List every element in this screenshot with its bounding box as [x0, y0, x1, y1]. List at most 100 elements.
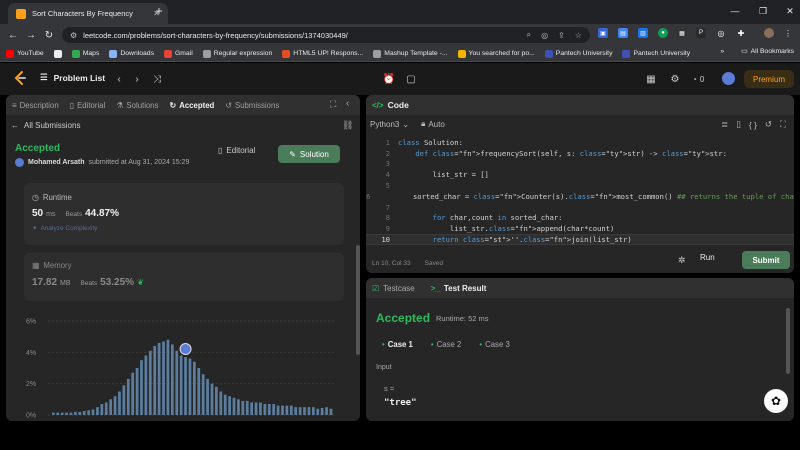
chart-bar[interactable] — [100, 404, 104, 415]
chart-bar[interactable] — [148, 350, 152, 415]
star-icon[interactable]: ☆ — [575, 31, 582, 40]
chart-bar[interactable] — [254, 402, 258, 415]
settings-icon[interactable]: ⚙ — [668, 72, 682, 86]
chart-bar[interactable] — [289, 405, 293, 415]
minimize-icon[interactable]: — — [728, 4, 742, 18]
chart-bar[interactable] — [201, 374, 205, 415]
extension-icon[interactable]: ▥ — [638, 28, 648, 38]
chart-bar[interactable] — [197, 368, 201, 415]
chart-bar[interactable] — [272, 404, 276, 415]
bookmark-more-icon[interactable]: » — [720, 48, 724, 55]
chart-bar[interactable] — [104, 402, 108, 415]
chart-bar[interactable] — [320, 407, 324, 415]
tab-description[interactable]: ≡ Description — [12, 101, 59, 110]
chart-bar[interactable] — [126, 378, 130, 415]
problem-list-link[interactable]: ☰ Problem List — [40, 72, 105, 83]
format-icon[interactable]: ≣ — [721, 119, 728, 130]
chart-bar[interactable] — [87, 410, 90, 415]
chart-bar[interactable] — [153, 346, 157, 415]
chart-bar[interactable] — [267, 404, 271, 415]
streak-counter[interactable]: ◔ 0 — [692, 72, 714, 86]
chart-bar[interactable] — [157, 342, 161, 415]
bookmark-icon[interactable]: ▯ — [736, 119, 741, 130]
chart-bar[interactable] — [91, 409, 95, 415]
expand-icon[interactable]: ⛶ — [330, 99, 336, 110]
extension-icon[interactable]: P — [696, 28, 706, 38]
extension-icon[interactable]: ▦ — [677, 28, 687, 38]
close-window-icon[interactable]: ✕ — [783, 4, 797, 18]
chart-bar[interactable] — [223, 394, 227, 415]
all-bookmarks[interactable]: » ▭ All Bookmarks — [720, 47, 794, 56]
user-avatar[interactable] — [722, 72, 735, 85]
left-panel-scrollbar[interactable] — [356, 115, 360, 421]
tab-testcase[interactable]: ☑ Testcase — [372, 284, 415, 293]
all-submissions-link[interactable]: ← All Submissions — [11, 121, 80, 130]
bookmark-item[interactable]: Mashup Template -... — [373, 49, 448, 58]
prev-problem-icon[interactable]: ‹ — [112, 72, 126, 86]
tab-test-result[interactable]: >_ Test Result — [431, 284, 487, 293]
chart-bar[interactable] — [303, 407, 306, 415]
leetcode-logo-icon[interactable] — [12, 70, 28, 86]
author-name[interactable]: Mohamed Arsath — [28, 159, 85, 166]
zoom-icon[interactable]: ⌕ — [527, 30, 531, 40]
chart-bar[interactable] — [281, 405, 284, 415]
chart-bar[interactable] — [162, 341, 165, 415]
code-editor[interactable]: 1 class Solution: 2 def class="fn">freque… — [366, 137, 794, 245]
chart-bar[interactable] — [219, 391, 223, 416]
chart-bar[interactable] — [175, 350, 179, 415]
chart-bar[interactable] — [325, 407, 328, 415]
chart-bar[interactable] — [276, 405, 280, 415]
chart-bar[interactable] — [144, 355, 148, 415]
extension-icon[interactable]: ▤ — [618, 28, 628, 38]
bookmark-item[interactable]: Gmail — [163, 49, 193, 58]
solution-button[interactable]: ✎ Solution — [278, 145, 340, 163]
tab-editorial[interactable]: ▯ Editorial — [70, 101, 106, 110]
extension-icon[interactable]: ● — [658, 28, 668, 38]
chart-bar[interactable] — [122, 385, 126, 415]
chart-bar[interactable] — [210, 383, 214, 415]
shuffle-icon[interactable]: ⤨ — [150, 72, 164, 86]
site-info-icon[interactable]: ⚙ — [70, 31, 77, 40]
analyze-complexity-link[interactable]: ✦ Analyze Complexity — [32, 224, 98, 233]
chart-bar[interactable] — [113, 396, 117, 415]
link-icon[interactable]: ⛓ — [342, 120, 353, 131]
case-tab[interactable]: • Case 1 — [382, 340, 413, 349]
chart-bar[interactable] — [74, 411, 77, 415]
chart-bar[interactable] — [206, 378, 209, 415]
restore-icon[interactable]: ❐ — [756, 4, 770, 18]
notes-icon[interactable]: ▢ — [404, 72, 418, 86]
reload-icon[interactable]: ↻ — [42, 28, 56, 42]
browser-tab-active[interactable]: Sort Characters By Frequency ✕ — [8, 3, 168, 24]
debug-icon[interactable]: ✲ — [678, 255, 686, 266]
chart-bar[interactable] — [228, 396, 231, 415]
chart-bar[interactable] — [263, 404, 267, 415]
back-icon[interactable]: ← — [6, 28, 20, 42]
new-tab-button[interactable]: + — [152, 4, 166, 18]
bookmark-item[interactable]: HTML5 UP! Respons... — [282, 49, 363, 58]
chart-bar[interactable] — [140, 360, 143, 415]
chart-bar[interactable] — [237, 399, 240, 415]
chart-bar[interactable] — [96, 407, 99, 415]
puzzle-icon[interactable]: ✚ — [736, 28, 746, 38]
layout-icon[interactable]: ▦ — [644, 72, 658, 86]
forward-icon[interactable]: → — [24, 28, 38, 42]
chart-bar[interactable] — [131, 372, 135, 415]
chart-bar[interactable] — [294, 407, 298, 415]
chart-bar[interactable] — [118, 391, 121, 416]
chart-bar[interactable] — [170, 344, 174, 416]
memory-card[interactable]: ▦ Memory 17.82 MB Beats 53.25% ❦ — [24, 253, 344, 301]
submit-button[interactable]: Submit — [742, 251, 790, 269]
editorial-button[interactable]: ▯ Editorial — [218, 146, 255, 155]
runtime-card[interactable]: ◷ Runtime 50 ms Beats 44.87% ✦ Analyze C… — [24, 183, 344, 245]
chart-bar[interactable] — [52, 412, 55, 415]
collapse-icon[interactable]: ‹ — [346, 98, 349, 109]
chart-bar[interactable] — [215, 386, 218, 415]
braces-icon[interactable]: { } — [749, 120, 757, 130]
chart-bar[interactable] — [179, 355, 183, 415]
extension-icon[interactable]: ▣ — [598, 28, 608, 38]
bookmark-item[interactable]: Pantech University — [544, 49, 612, 58]
share-icon[interactable]: ⇪ — [558, 31, 565, 40]
chart-bar[interactable] — [193, 361, 196, 415]
chart-bar[interactable] — [232, 397, 236, 415]
premium-button[interactable]: Premium — [744, 70, 794, 88]
